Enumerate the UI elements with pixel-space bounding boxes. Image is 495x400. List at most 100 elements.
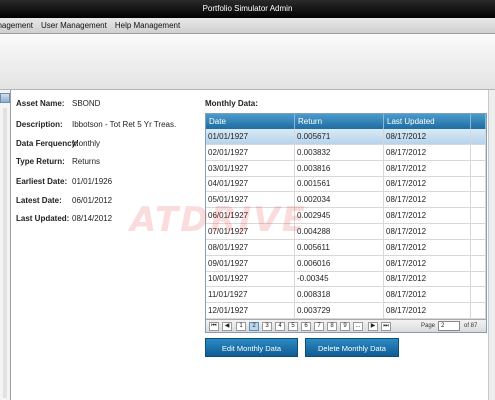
table-row[interactable]: 03/01/1927 0.003816 08/17/2012 [206,160,486,177]
page-button[interactable]: 6 [301,322,311,331]
first-page-icon[interactable]: ⏮ [209,322,219,331]
filler-cell [471,223,486,239]
delete-monthly-data-button[interactable]: Delete Monthly Data [305,338,399,357]
return-cell: 0.003816 [295,160,384,176]
table-row[interactable]: 05/01/1927 0.002034 08/17/2012 [206,192,486,209]
page-button[interactable]: 1 [236,322,246,331]
asset-name-value: SBOND [72,99,101,108]
filler-cell [471,129,486,144]
monthly-data-grid: Date Return Last Updated 01/01/1927 0.005… [205,113,487,333]
last-updated-cell: 08/17/2012 [384,239,471,255]
left-panel-tab[interactable] [0,93,10,103]
return-cell: -0.00345 [295,271,384,287]
page-label: Page [421,323,436,329]
earliest-date-label: Earliest Date: [16,177,68,186]
last-updated-cell: 08/17/2012 [384,271,471,287]
toolbar-ribbon [0,34,495,90]
grid-header: Date Return Last Updated [206,114,486,129]
last-page-icon[interactable]: ⏭ [381,322,391,331]
last-updated-cell: 08/17/2012 [384,192,471,208]
latest-date-label: Latest Date: [16,196,62,205]
title-bar: Portfolio Simulator Admin [0,0,495,18]
column-header-return[interactable]: Return [295,114,384,129]
left-panel-scrollbar[interactable] [3,108,7,398]
menu-item-asset-management[interactable]: anagement [0,21,37,30]
grid-pager: ⏮ ◀ 1 2 3 4 5 6 7 8 9... ▶ ⏭ Page 2 of 87 [206,319,486,332]
page-button[interactable]: 2 [249,322,259,331]
table-row[interactable]: 06/01/1927 0.002945 08/17/2012 [206,208,486,225]
table-row[interactable]: 07/01/1927 0.004288 08/17/2012 [206,223,486,240]
column-header-last-updated[interactable]: Last Updated [384,114,471,129]
column-header-filler [471,114,486,129]
description-label: Description: [16,120,63,129]
date-cell: 11/01/1927 [206,287,295,303]
filler-cell [471,239,486,255]
table-row[interactable]: 11/01/1927 0.008318 08/17/2012 [206,287,486,304]
page-input[interactable]: 2 [438,321,460,331]
description-value: Ibbotson - Tot Ret 5 Yr Treas. [72,120,177,129]
last-updated-cell: 08/17/2012 [384,287,471,303]
last-updated-label: Last Updated: [16,214,70,223]
return-cell: 0.001561 [295,176,384,192]
return-cell: 0.006016 [295,255,384,271]
filler-cell [471,208,486,224]
date-cell: 05/01/1927 [206,192,295,208]
page-button[interactable]: 9 [340,322,350,331]
asset-name-row: Asset Name: SBOND [16,99,206,111]
last-updated-cell: 08/17/2012 [384,176,471,192]
date-cell: 03/01/1927 [206,160,295,176]
page-button[interactable]: 8 [327,322,337,331]
prev-page-icon[interactable]: ◀ [222,322,232,331]
edit-monthly-data-button[interactable]: Edit Monthly Data [205,338,298,357]
data-frequency-row: Data Ferquency: Monthly [16,139,206,151]
date-cell: 06/01/1927 [206,208,295,224]
filler-cell [471,255,486,271]
type-return-value: Returns [72,157,101,166]
table-row[interactable]: 08/01/1927 0.005611 08/17/2012 [206,239,486,256]
filler-cell [471,271,486,287]
filler-cell [471,192,486,208]
earliest-date-row: Earliest Date: 01/01/1926 [16,177,206,189]
type-return-label: Type Return: [16,157,65,166]
table-row[interactable]: 12/01/1927 0.003729 08/17/2012 [206,303,486,320]
filler-cell [471,303,486,319]
page-count-label: of 87 [464,323,478,329]
date-cell: 08/01/1927 [206,239,295,255]
menu-item-help-management[interactable]: Help Management [111,21,184,30]
page-button[interactable]: ... [353,322,363,331]
page-button[interactable]: 4 [275,322,285,331]
table-row[interactable]: 04/01/1927 0.001561 08/17/2012 [206,176,486,193]
table-row[interactable]: 10/01/1927 -0.00345 08/17/2012 [206,271,486,288]
monthly-data-heading: Monthly Data: [205,99,258,108]
asset-name-label: Asset Name: [16,99,65,108]
earliest-date-value: 01/01/1926 [72,177,113,186]
last-updated-cell: 08/17/2012 [384,223,471,239]
page-button[interactable]: 3 [262,322,272,331]
table-row[interactable]: 02/01/1927 0.003832 08/17/2012 [206,144,486,161]
data-frequency-value: Monthly [72,139,101,148]
date-cell: 07/01/1927 [206,223,295,239]
next-page-icon[interactable]: ▶ [368,322,378,331]
date-cell: 10/01/1927 [206,271,295,287]
return-cell: 0.002945 [295,208,384,224]
last-updated-value: 08/14/2012 [72,214,113,223]
right-edge-scrollbar[interactable] [488,90,495,400]
page-button[interactable]: 5 [288,322,298,331]
return-cell: 0.004288 [295,223,384,239]
window-title: Portfolio Simulator Admin [202,4,293,13]
table-row[interactable]: 09/01/1927 0.006016 08/17/2012 [206,255,486,272]
last-updated-cell: 08/17/2012 [384,129,471,144]
menu-item-user-management[interactable]: User Management [37,21,111,30]
menu-bar: anagement User Management Help Managemen… [0,18,495,34]
date-cell: 02/01/1927 [206,144,295,160]
latest-date-value: 06/01/2012 [72,196,113,205]
column-header-date[interactable]: Date [206,114,295,129]
table-row[interactable]: 01/01/1927 0.005671 08/17/2012 [206,129,486,145]
last-updated-cell: 08/17/2012 [384,208,471,224]
return-cell: 0.002034 [295,192,384,208]
return-cell: 0.003729 [295,303,384,319]
last-updated-cell: 08/17/2012 [384,160,471,176]
data-frequency-label: Data Ferquency: [16,139,79,148]
latest-date-row: Latest Date: 06/01/2012 [16,196,206,208]
page-button[interactable]: 7 [314,322,324,331]
